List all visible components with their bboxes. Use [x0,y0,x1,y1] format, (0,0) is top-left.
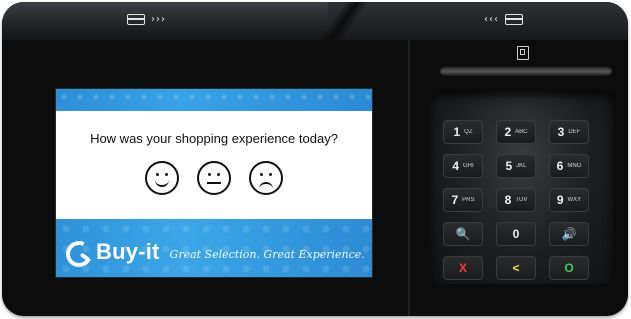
enter-key[interactable]: O [549,256,589,280]
key-label: 6 [556,159,564,173]
pin-keypad: 1 QZ 2 ABC 3 DEF 4 GHI 5 JKL 6 MNO 7 PRS 8 TUV 9… [443,120,603,280]
card-swipe-icon [505,14,523,25]
brand-lockup: Buy-it Great Selection. Great Experience… [62,237,365,271]
rating-faces [56,161,372,195]
sad-face-icon[interactable] [249,161,283,195]
key-5[interactable]: 5 JKL [496,154,536,178]
key-3[interactable]: 3 DEF [549,120,589,144]
brand-logo-icon [62,237,96,271]
key-sublabel: DEF [568,129,581,135]
face-mouth [207,182,221,184]
face-eye-right [269,173,272,176]
face-eye-right [217,173,220,176]
key-8[interactable]: 8 TUV [496,188,536,212]
key-label: 2 [504,125,512,139]
card-swipe-icon [127,14,145,25]
backspace-key[interactable]: < [496,256,536,280]
face-mouth [259,182,273,191]
key-sublabel: MNO [567,163,582,169]
face-eye-left [156,173,159,176]
key-label: 5 [505,159,513,173]
terminal-top-bar: ››› ‹‹‹ [2,2,628,40]
key-sublabel: ABC [515,129,528,135]
chevrons-left-icon: ‹‹‹ [484,14,499,25]
top-bar-right-panel [328,2,628,40]
key-sublabel: TUV [515,197,528,203]
face-mouth [155,178,169,187]
key-9[interactable]: 9 WXY [549,188,589,212]
brand-tagline: Great Selection. Great Experience. [169,248,365,261]
key-sublabel: PRS [462,197,475,203]
key-label: 0 [512,227,520,241]
brand-logo-ring [62,237,96,271]
key-1[interactable]: 1 QZ [443,120,483,144]
key-label: 8 [504,193,512,207]
key-sublabel: QZ [464,129,473,135]
cancel-icon: X [458,261,467,275]
swipe-indicator-right: ‹‹‹ [484,14,523,25]
survey-question: How was your shopping experience today? [90,131,338,146]
face-eye-left [208,173,211,176]
face-eye-right [165,173,168,176]
card-slot[interactable] [440,66,612,76]
key-label: 3 [557,125,565,139]
volume-icon: 🔊 [561,227,577,241]
enter-icon: O [564,261,574,275]
key-label: 7 [451,193,459,207]
volume-key[interactable]: 🔊 [549,222,589,246]
key-sublabel: GHI [463,163,474,169]
face-eye-left [260,173,263,176]
key-7[interactable]: 7 PRS [443,188,483,212]
screen-bottom-band: Buy-it Great Selection. Great Experience… [56,219,372,277]
key-0[interactable]: 0 [496,222,536,246]
search-icon: 🔍 [455,227,471,241]
happy-face-icon[interactable] [145,161,179,195]
chip-card-icon [517,46,529,60]
chevrons-right-icon: ››› [151,14,166,25]
cancel-key[interactable]: X [443,256,483,280]
key-label: 4 [452,159,459,173]
brand-name: Buy-it [96,239,160,264]
key-label: 1 [453,125,461,139]
key-sublabel: WXY [567,197,582,203]
screen-top-band [56,89,372,111]
neutral-face-icon[interactable] [197,161,231,195]
key-label: 9 [556,193,564,207]
key-sublabel: JKL [516,163,527,169]
swipe-indicator-left: ››› [127,14,166,25]
search-key[interactable]: 🔍 [443,222,483,246]
display-screen: How was your shopping experience today? [55,88,373,278]
key-2[interactable]: 2 ABC [496,120,536,144]
payment-terminal: ››› ‹‹‹ How was your shopping experience… [2,2,628,316]
bezel-divider [408,40,410,316]
backspace-icon: < [512,261,520,275]
key-6[interactable]: 6 MNO [549,154,589,178]
key-4[interactable]: 4 GHI [443,154,483,178]
